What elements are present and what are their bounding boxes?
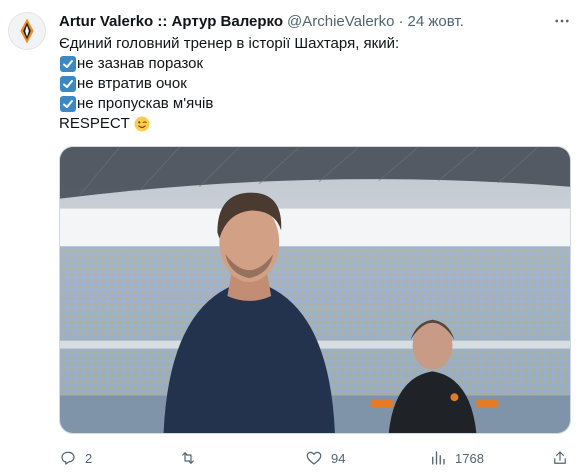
check-box-icon	[60, 96, 76, 112]
views-chart-icon	[432, 451, 445, 465]
views-button[interactable]: 1768	[429, 446, 484, 470]
tweet-actions: 2 94 1768	[59, 446, 571, 470]
tweet-photo[interactable]	[59, 146, 571, 434]
list-item: не пропускав м'ячів	[59, 94, 573, 114]
winking-face-emoji-icon	[134, 116, 150, 132]
display-name[interactable]: Artur Valerko :: Артур Валерко	[59, 13, 283, 30]
avatar[interactable]	[8, 12, 46, 50]
view-count: 1768	[455, 450, 484, 466]
like-count: 94	[331, 450, 346, 466]
tweet-closing: RESPECT	[59, 115, 130, 132]
tweet-text: Єдиний головний тренер в історії Шахтаря…	[59, 34, 573, 134]
reply-count: 2	[85, 450, 93, 466]
like-button[interactable]: 94	[305, 446, 345, 470]
user-handle[interactable]: @ArchieValerko	[287, 13, 395, 30]
reply-button[interactable]: 2	[59, 446, 92, 470]
timestamp[interactable]: 24 жовт.	[408, 13, 464, 30]
more-horizontal-icon	[555, 19, 569, 23]
tweet-closing-line: RESPECT	[59, 114, 573, 134]
tweet-body: Artur Valerko :: Артур Валерко @ArchieVa…	[59, 10, 573, 134]
retweet-button[interactable]	[179, 446, 205, 470]
separator-dot: ·	[398, 12, 404, 30]
share-icon	[554, 451, 566, 464]
reply-icon	[61, 451, 75, 465]
tweet-intro: Єдиний головний тренер в історії Шахтаря…	[59, 35, 400, 52]
list-item: не втратив очок	[59, 74, 573, 94]
check-box-icon	[60, 76, 76, 92]
more-options-button[interactable]	[551, 10, 573, 32]
tweet-header: Artur Valerko :: Артур Валерко @ArchieVa…	[59, 10, 573, 32]
share-button[interactable]	[551, 446, 569, 470]
list-item-text: не зазнав поразок	[77, 55, 204, 72]
list-item-text: не втратив очок	[77, 75, 187, 92]
list-item-text: не пропускав м'ячів	[77, 95, 214, 112]
retweet-icon	[182, 452, 194, 464]
stadium-photo-image	[60, 147, 570, 433]
club-logo-icon	[9, 13, 45, 49]
heart-icon	[306, 451, 322, 465]
check-box-icon	[60, 56, 76, 72]
list-item: не зазнав поразок	[59, 54, 573, 74]
tweet-intro-line: Єдиний головний тренер в історії Шахтаря…	[59, 34, 573, 54]
